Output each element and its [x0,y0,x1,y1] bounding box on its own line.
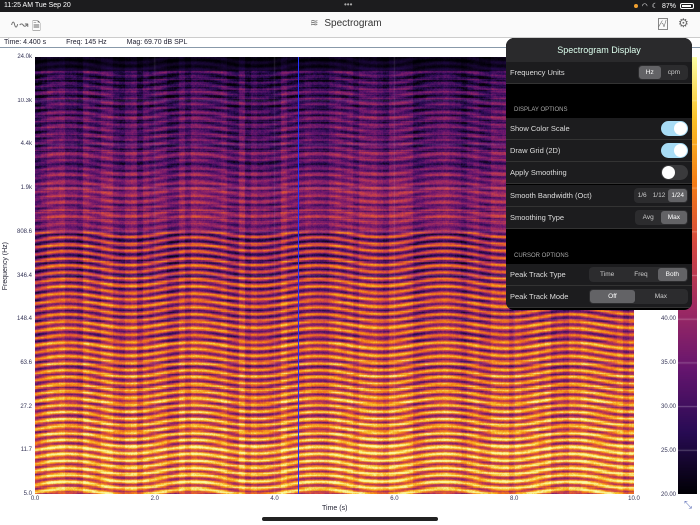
frequency-units-segmented: Hz cpm [637,65,688,80]
smoothing-type-segmented: Avg Max [634,210,688,225]
color-scale-tick-label: 40.00 [660,316,676,322]
mic-indicator-icon [633,4,638,8]
spectrogram-icon: ≋ [310,18,319,29]
peak-mode-off[interactable]: Off [590,290,635,303]
home-indicator[interactable] [262,517,438,521]
x-tick-label: 6.0 [390,496,399,502]
cursor-options-header: CURSOR OPTIONS [514,253,569,259]
label: Frequency Units [510,68,565,77]
bw-1-24[interactable]: 1/24 [668,189,687,202]
x-tick-label: 10.0 [628,496,640,502]
peak-type-time[interactable]: Time [590,268,624,281]
apply-smoothing-toggle[interactable] [661,165,688,180]
show-color-scale-row: Show Color Scale [506,118,692,140]
label: Peak Track Type [510,270,566,279]
y-axis-label: Frequency (Hz) [2,242,9,291]
x-tick-label: 4.0 [270,496,279,502]
label: Show Color Scale [510,124,570,133]
units-cpm[interactable]: cpm [661,66,687,79]
frequency-units-row: Frequency Units Hz cpm [506,62,692,84]
peak-type-both[interactable]: Both [657,268,687,281]
peak-mode-max[interactable]: Max [635,290,687,303]
color-scale-tick-label: 35.00 [660,360,676,366]
x-tick-label: 2.0 [150,496,159,502]
status-time: 11:25 AM Tue Sep 20 [4,2,71,9]
cursor-line[interactable] [298,57,299,494]
x-tick-label: 8.0 [510,496,519,502]
popover-title: Spectrogram Display [506,38,692,62]
battery-percent: 87% [661,2,676,10]
peak-track-mode-segmented: Off Max [589,289,688,304]
units-hz[interactable]: Hz [638,66,661,79]
battery-icon [680,3,694,9]
smoothing-type-row: Smoothing Type Avg Max [506,207,692,229]
label: Smoothing Type [510,213,565,222]
type-max[interactable]: Max [660,211,687,224]
y-tick-label: 808.6 [16,228,32,235]
waveform-icon[interactable]: ∿↝ [10,18,28,31]
y-tick-label: 27.2 [20,403,32,410]
gear-icon[interactable]: ⚙ [678,16,689,30]
color-scale-tick-label: 30.00 [660,404,676,410]
y-tick-label: 24.0k [17,54,32,60]
y-tick-label: 148.4 [16,316,32,323]
y-tick-label: 4.4k [20,141,32,148]
readout-time: Time: 4.400 s [4,39,47,46]
moon-icon: ☾ [651,3,658,10]
y-tick-label: 1.9k [20,185,32,192]
bw-1-6[interactable]: 1/6 [635,189,650,202]
y-tick-label: 63.6 [20,359,32,366]
show-color-scale-toggle[interactable] [661,121,688,136]
peak-track-type-row: Peak Track Type Time Freq Both [506,264,692,286]
display-settings-icon[interactable]: ⁄√ [658,18,669,30]
bw-1-12[interactable]: 1/12 [650,189,669,202]
y-tick-label: 11.7 [20,447,32,454]
toolbar: ∿↝ 🗎 ≋ Spectrogram ⁄√ ⚙ [0,12,700,38]
draw-grid-row: Draw Grid (2D) [506,140,692,162]
type-avg[interactable]: Avg [636,211,661,224]
y-tick-label: 10.3k [17,97,32,104]
label: Apply Smoothing [510,168,567,177]
readout-freq: Freq: 145 Hz [66,39,107,46]
wifi-icon: ◠ [641,3,648,10]
peak-track-type-segmented: Time Freq Both [589,267,688,282]
status-bar: 11:25 AM Tue Sep 20 ••• ◠ ☾ 87% [0,0,700,12]
x-tick-label: 0.0 [30,496,40,502]
label: Smooth Bandwidth (Oct) [510,191,592,200]
peak-track-mode-row: Peak Track Mode Off Max [506,286,692,308]
x-axis-label: Time (s) [322,505,348,512]
spectrogram-display-popover: Spectrogram Display Frequency Units Hz cp… [506,38,692,310]
peak-type-freq[interactable]: Freq [624,268,657,281]
smooth-bandwidth-row: Smooth Bandwidth (Oct) 1/6 1/12 1/24 [506,185,692,207]
page-title: Spectrogram [324,18,382,29]
collapse-icon[interactable]: ⤡ [684,500,692,511]
color-scale-tick-label: 25.00 [660,448,676,454]
color-scale-tick-label: 20.00 [660,492,676,498]
smooth-bandwidth-segmented: 1/6 1/12 1/24 [633,188,688,203]
label: Draw Grid (2D) [510,146,561,155]
draw-grid-toggle[interactable] [661,143,688,158]
document-icon[interactable]: 🗎 [32,18,41,37]
readout-mag: Mag: 69.70 dB SPL [126,39,188,46]
display-options-header: DISPLAY OPTIONS [514,107,568,113]
apply-smoothing-row: Apply Smoothing [506,162,692,184]
label: Peak Track Mode [510,292,569,301]
multitask-dots[interactable]: ••• [344,0,352,9]
